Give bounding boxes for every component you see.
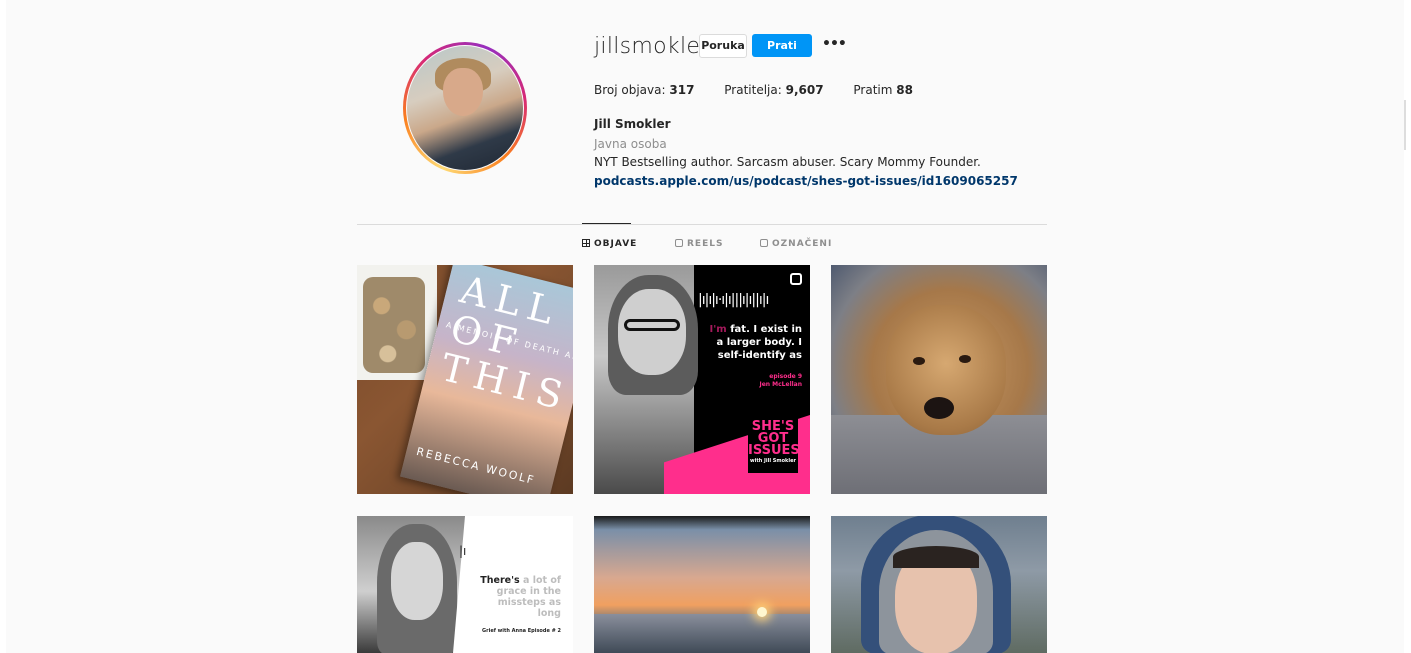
window-right-edge (1404, 0, 1411, 653)
episode-label: episode 9 Jen McLellan (759, 373, 802, 388)
audio-wave-icon: |ı|ı|ı·ı|ı|||ı|ı||ı|ı (698, 292, 769, 308)
grid-icon (582, 239, 590, 247)
tab-reels[interactable]: REELS (675, 239, 723, 249)
post-thumbnail[interactable]: |ı There's a lot of grace in the misstep… (357, 516, 573, 653)
profile-username: jillsmokler (594, 34, 710, 59)
profile-category: Javna osoba (594, 137, 667, 151)
message-button[interactable]: Poruka (699, 34, 747, 58)
reel-icon (790, 273, 802, 285)
post-thumbnail[interactable]: ALL OF THIS A MEMOIR OF DEATH AND DESIRE… (357, 265, 573, 494)
reels-icon (675, 239, 683, 247)
podcast-logo: SHE'S GOT ISSUES with Jill Smokler (748, 417, 800, 473)
avatar-photo (407, 46, 523, 170)
window-left-edge (0, 0, 6, 653)
post-quote: There's a lot of grace in the missteps a… (480, 575, 561, 619)
post-thumbnail[interactable] (831, 265, 1047, 494)
profile-full-name: Jill Smokler (594, 117, 671, 131)
tab-tagged[interactable]: OZNAČENI (760, 239, 832, 249)
following-count[interactable]: Pratim 88 (853, 83, 913, 97)
tabs-divider (357, 224, 1047, 225)
book-author: REBECCA WOOLF (415, 444, 537, 488)
episode-label: Grief with Anna Episode # 2 (482, 628, 561, 634)
planter-image (357, 265, 437, 380)
post-thumbnail[interactable] (831, 516, 1047, 653)
profile-link[interactable]: podcasts.apple.com/us/podcast/shes-got-i… (594, 174, 1018, 188)
post-thumbnail[interactable]: |ı|ı|ı·ı|ı|||ı|ı||ı|ı I'm fat. I exist i… (594, 265, 810, 494)
audio-wave-icon: |ı (459, 544, 467, 558)
active-tab-indicator (582, 223, 631, 224)
post-quote: I'm fat. I exist in a larger body. I sel… (709, 324, 802, 361)
sun-image (757, 607, 767, 617)
posts-count: Broj objava: 317 (594, 83, 695, 97)
sea-image (594, 614, 810, 653)
more-options-icon[interactable]: ••• (822, 34, 847, 56)
profile-stats: Broj objava: 317 Pratitelja: 9,607 Prati… (594, 83, 939, 97)
tab-posts[interactable]: OBJAVE (582, 239, 637, 249)
followers-count[interactable]: Pratitelja: 9,607 (724, 83, 823, 97)
profile-avatar[interactable] (403, 42, 527, 174)
follow-button[interactable]: Prati (752, 34, 812, 57)
tagged-icon (760, 239, 768, 247)
post-thumbnail[interactable] (594, 516, 810, 653)
scrollbar[interactable] (1404, 100, 1406, 150)
profile-bio: NYT Bestselling author. Sarcasm abuser. … (594, 155, 981, 169)
